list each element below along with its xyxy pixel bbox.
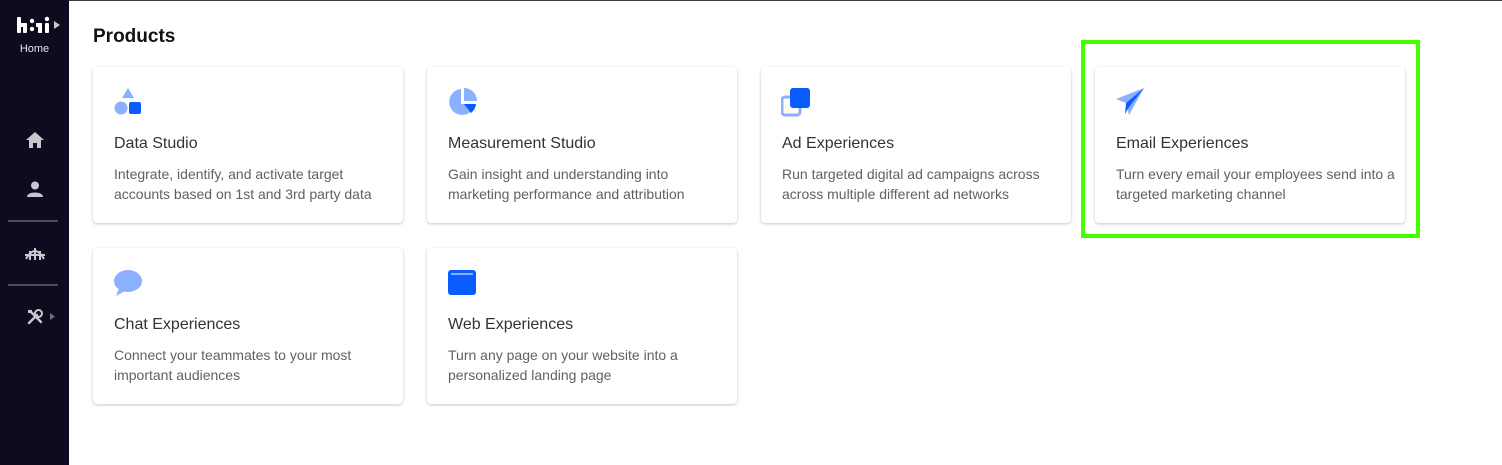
browser-window-icon xyxy=(448,270,476,295)
product-title: Email Experiences xyxy=(1116,135,1249,152)
caret-right-icon xyxy=(50,313,55,320)
sidebar-item-integrations[interactable] xyxy=(0,233,69,273)
caret-right-icon xyxy=(54,21,60,29)
product-description: Gain insight and understanding into mark… xyxy=(448,166,685,202)
sidebar-item-home[interactable] xyxy=(0,120,69,160)
shapes-icon xyxy=(114,88,141,115)
product-description: Run targeted digital ad campaigns across… xyxy=(782,166,1040,202)
home-logo-button[interactable]: Home xyxy=(0,10,69,62)
bridge-icon xyxy=(24,248,45,260)
product-title: Measurement Studio xyxy=(448,135,596,152)
product-card-chat-experiences[interactable]: Chat Experiences Connect your teammates … xyxy=(93,248,403,404)
page-title: Products xyxy=(93,26,176,47)
pie-chart-icon xyxy=(449,88,477,115)
sidebar-item-profile[interactable] xyxy=(0,169,69,209)
sidebar-divider xyxy=(8,284,58,286)
home-label: Home xyxy=(19,43,50,55)
product-card-ad-experiences[interactable]: Ad Experiences Run targeted digital ad c… xyxy=(761,67,1071,223)
home-icon xyxy=(25,132,44,148)
top-border xyxy=(0,0,1502,1)
paper-plane-icon xyxy=(1116,88,1144,115)
logo-icon xyxy=(17,16,50,33)
product-title: Data Studio xyxy=(114,135,198,152)
product-card-email-experiences[interactable]: Email Experiences Turn every email your … xyxy=(1095,67,1405,223)
product-description: Connect your teammates to your most impo… xyxy=(114,347,352,383)
product-description: Integrate, identify, and activate target… xyxy=(114,166,372,202)
sidebar-divider xyxy=(8,220,58,222)
product-title: Web Experiences xyxy=(448,316,574,333)
sidebar-item-tools[interactable] xyxy=(0,297,69,337)
logo-row xyxy=(17,10,60,40)
product-description: Turn every email your employees send int… xyxy=(1116,166,1395,202)
tools-icon xyxy=(27,309,43,325)
user-icon xyxy=(26,181,43,197)
stacked-squares-icon xyxy=(781,88,810,117)
product-title: Ad Experiences xyxy=(782,135,895,152)
product-card-measurement-studio[interactable]: Measurement Studio Gain insight and unde… xyxy=(427,67,737,223)
product-card-web-experiences[interactable]: Web Experiences Turn any page on your we… xyxy=(427,248,737,404)
sidebar: Home xyxy=(0,0,69,465)
product-title: Chat Experiences xyxy=(114,316,241,333)
product-card-data-studio[interactable]: Data Studio Integrate, identify, and act… xyxy=(93,67,403,223)
product-description: Turn any page on your website into a per… xyxy=(448,347,678,383)
chat-bubble-icon xyxy=(114,270,142,296)
